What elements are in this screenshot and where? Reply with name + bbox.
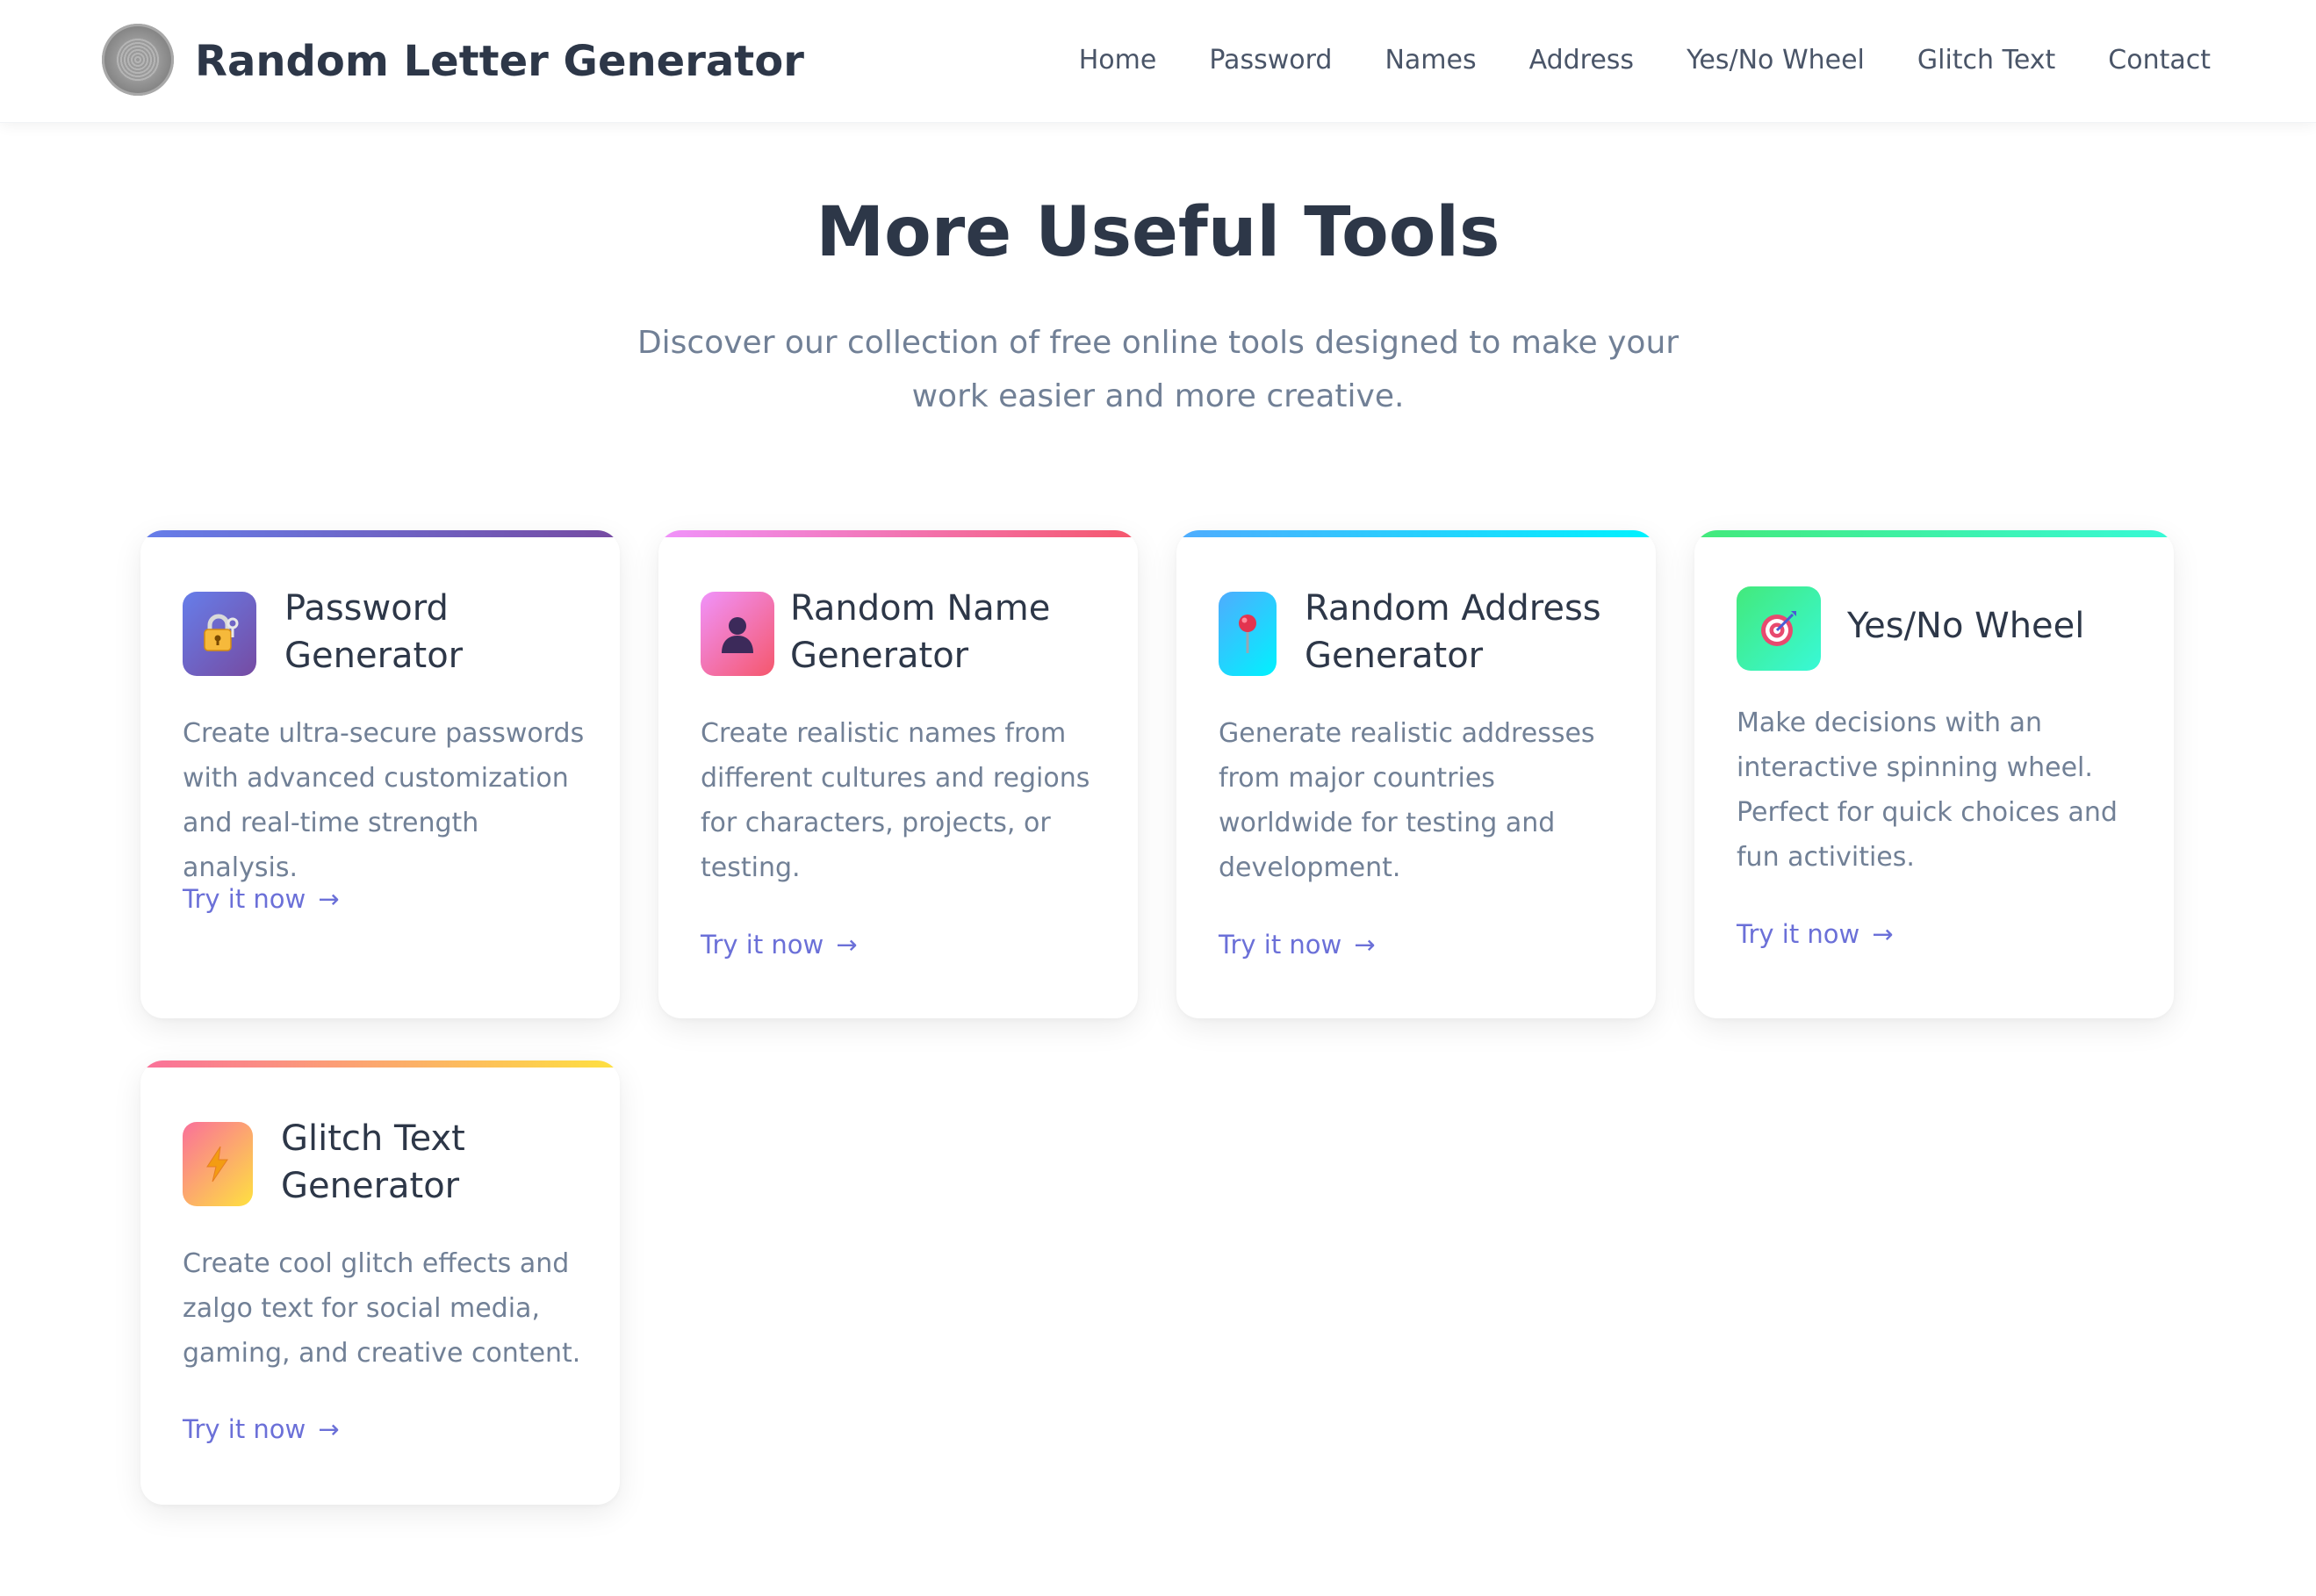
site-logo[interactable] — [102, 24, 174, 96]
tool-card-password[interactable]: Password Generator Create ultra-secure p… — [140, 530, 620, 1018]
card-accent-bar — [1176, 530, 1656, 537]
card-description: Create realistic names from different cu… — [701, 718, 1090, 883]
try-it-now-link[interactable]: Try it now → — [1737, 917, 1894, 952]
card-accent-bar — [140, 530, 620, 537]
nav-yes-no-wheel[interactable]: Yes/No Wheel — [1687, 39, 1865, 83]
person-silhouette-icon — [701, 592, 774, 676]
card-title: Glitch Text Generator — [281, 1118, 465, 1206]
card-description: Generate realistic addresses from major … — [1219, 718, 1595, 883]
arrow-right-icon: → — [1354, 930, 1376, 960]
card-accent-bar — [140, 1060, 620, 1068]
map-pin-icon — [1219, 592, 1277, 676]
tool-card-names[interactable]: Random Name Generator Create realistic n… — [658, 530, 1138, 1018]
section-subtitle: Discover our collection of free online t… — [637, 325, 1679, 414]
try-it-now-link[interactable]: Try it now → — [183, 881, 340, 917]
link-label: Try it now — [701, 930, 824, 960]
card-description: Make decisions with an interactive spinn… — [1737, 708, 2118, 873]
site-header: Random Letter Generator Home Password Na… — [0, 0, 2316, 123]
nav-password[interactable]: Password — [1209, 39, 1332, 83]
card-description: Create cool glitch effects and zalgo tex… — [183, 1248, 581, 1369]
main-nav: Home Password Names Address Yes/No Wheel… — [1079, 39, 2211, 83]
nav-home[interactable]: Home — [1079, 39, 1157, 83]
try-it-now-link[interactable]: Try it now → — [1219, 927, 1376, 962]
tool-card-glitch-text[interactable]: Glitch Text Generator Create cool glitch… — [140, 1060, 620, 1505]
nav-address[interactable]: Address — [1529, 39, 1634, 83]
card-title: Password Generator — [284, 588, 464, 676]
card-accent-bar — [658, 530, 1138, 537]
link-label: Try it now — [1219, 930, 1342, 960]
section-title: More Useful Tools — [816, 193, 1500, 272]
arrow-right-icon: → — [318, 1414, 340, 1444]
try-it-now-link[interactable]: Try it now → — [183, 1412, 340, 1447]
nav-contact[interactable]: Contact — [2108, 39, 2211, 83]
arrow-right-icon: → — [836, 930, 858, 960]
link-label: Try it now — [183, 884, 306, 914]
arrow-right-icon: → — [1872, 919, 1894, 949]
tool-card-yes-no-wheel[interactable]: Yes/No Wheel Make decisions with an inte… — [1694, 530, 2174, 1018]
lightning-bolt-icon — [183, 1122, 253, 1206]
tool-card-address[interactable]: Random Address Generator Generate realis… — [1176, 530, 1656, 1018]
link-label: Try it now — [183, 1414, 306, 1444]
arrow-right-icon: → — [318, 884, 340, 914]
site-title[interactable]: Random Letter Generator — [195, 33, 804, 90]
link-label: Try it now — [1737, 919, 1860, 949]
card-description: Create ultra-secure passwords with advan… — [183, 718, 585, 883]
card-accent-bar — [1694, 530, 2174, 537]
card-title: Yes/No Wheel — [1847, 606, 2085, 646]
target-dart-icon — [1737, 586, 1821, 671]
nav-glitch-text[interactable]: Glitch Text — [1917, 39, 2055, 83]
try-it-now-link[interactable]: Try it now → — [701, 927, 858, 962]
lock-key-icon — [183, 592, 256, 676]
card-title: Random Address Generator — [1305, 588, 1601, 676]
nav-names[interactable]: Names — [1385, 39, 1476, 83]
card-title: Random Name Generator — [790, 588, 1051, 676]
